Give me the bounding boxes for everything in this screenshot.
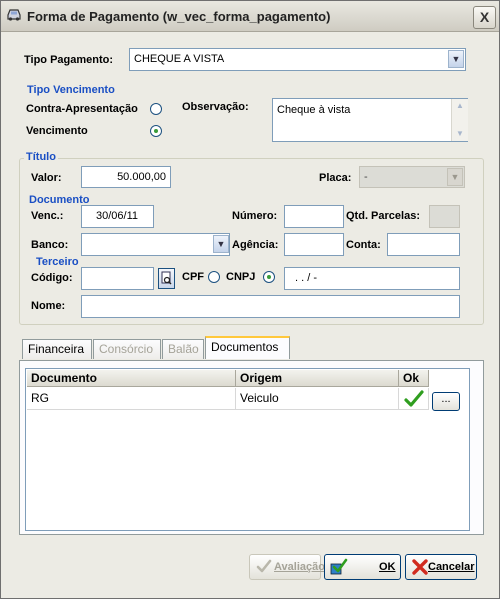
avaliacao-button: Avaliação — [249, 554, 325, 580]
valor-field[interactable]: 50.000,00 — [81, 166, 171, 188]
car-icon — [6, 8, 22, 22]
cpf-cnpj-mask: . . / - — [295, 272, 317, 284]
chevron-down-icon[interactable]: ▼ — [448, 50, 464, 68]
cpf-cnpj-field[interactable]: . . / - — [284, 267, 460, 290]
scroll-down-icon[interactable]: ▼ — [452, 127, 468, 141]
codigo-field[interactable] — [81, 267, 154, 290]
checkmark-icon — [256, 559, 272, 573]
agencia-label: Agência: — [232, 239, 279, 251]
qtd-parcelas-label: Qtd. Parcelas: — [346, 210, 420, 222]
nome-label: Nome: — [31, 300, 66, 312]
tab-balao: Balão — [162, 339, 204, 359]
banco-select[interactable] — [81, 233, 230, 256]
chevron-down-icon[interactable]: ▼ — [213, 235, 229, 253]
documento-detail-button[interactable]: ... — [432, 392, 460, 411]
checkmark-icon — [404, 390, 424, 407]
tipo-pagamento-label: Tipo Pagamento: — [24, 54, 114, 66]
title-bar[interactable]: Forma de Pagamento (w_vec_forma_pagament… — [1, 1, 499, 32]
cancelar-button[interactable]: Cancelar — [405, 554, 477, 580]
observacao-label: Observação: — [182, 101, 249, 113]
titulo-section: Título — [24, 151, 58, 163]
tipo-vencimento-section: Tipo Vencimento — [27, 84, 115, 96]
close-button[interactable]: X — [473, 6, 496, 29]
conta-label: Conta: — [346, 239, 381, 251]
numero-label: Número: — [232, 210, 278, 222]
cancelar-label: Cancelar — [428, 561, 475, 573]
tab-financeira[interactable]: Financeira — [22, 339, 92, 359]
dialog-window: Forma de Pagamento (w_vec_forma_pagament… — [0, 0, 500, 599]
ellipsis-label: ... — [441, 393, 451, 405]
terceiro-section: Terceiro — [36, 256, 79, 268]
cpf-label: CPF — [182, 271, 204, 283]
table-cell-origem[interactable]: Veiculo — [236, 388, 399, 410]
column-header-documento[interactable]: Documento — [27, 370, 236, 387]
scroll-up-icon[interactable]: ▲ — [452, 99, 468, 113]
table-cell-documento[interactable]: RG — [27, 388, 236, 410]
column-header-ok[interactable]: Ok — [399, 370, 429, 387]
tab-documentos[interactable]: Documentos — [205, 336, 290, 359]
numero-field[interactable] — [284, 205, 344, 228]
contra-apresentacao-label: Contra-Apresentação — [26, 103, 138, 115]
vencimento-label: Vencimento — [26, 125, 88, 137]
nome-field[interactable] — [81, 295, 460, 318]
cnpj-radio[interactable] — [263, 271, 275, 283]
table-cell-ok[interactable] — [399, 388, 429, 410]
observacao-textarea[interactable]: Cheque à vista — [272, 98, 468, 142]
vencimento-radio[interactable] — [150, 125, 162, 137]
cnpj-label: CNPJ — [226, 271, 256, 283]
contra-apresentacao-radio[interactable] — [150, 103, 162, 115]
chevron-down-icon: ▼ — [447, 168, 463, 186]
cancel-x-icon — [412, 559, 428, 575]
column-header-origem[interactable]: Origem — [236, 370, 399, 387]
placa-label: Placa: — [319, 172, 352, 184]
ok-label: OK — [379, 561, 396, 573]
close-icon: X — [479, 9, 490, 25]
search-icon — [161, 271, 172, 285]
codigo-label: Código: — [31, 272, 73, 284]
venc-label: Venc.: — [31, 210, 64, 222]
avaliacao-label: Avaliação — [274, 561, 325, 573]
lookup-button[interactable] — [158, 268, 175, 289]
observacao-scrollbar[interactable]: ▲ ▼ — [451, 99, 468, 141]
valor-label: Valor: — [31, 172, 62, 184]
ok-button[interactable]: OK — [324, 554, 401, 580]
ok-check-icon — [330, 558, 348, 575]
agencia-field[interactable] — [284, 233, 344, 256]
conta-field[interactable] — [387, 233, 460, 256]
cpf-radio[interactable] — [208, 271, 220, 283]
venc-date-field[interactable]: 30/06/11 — [81, 205, 154, 228]
window-title: Forma de Pagamento (w_vec_forma_pagament… — [27, 9, 331, 24]
tab-consorcio: Consórcio — [93, 339, 161, 359]
banco-label: Banco: — [31, 239, 69, 251]
qtd-parcelas-field — [429, 205, 460, 228]
tipo-pagamento-select[interactable]: CHEQUE A VISTA — [129, 48, 466, 71]
venc-value: 30/06/11 — [96, 210, 139, 222]
